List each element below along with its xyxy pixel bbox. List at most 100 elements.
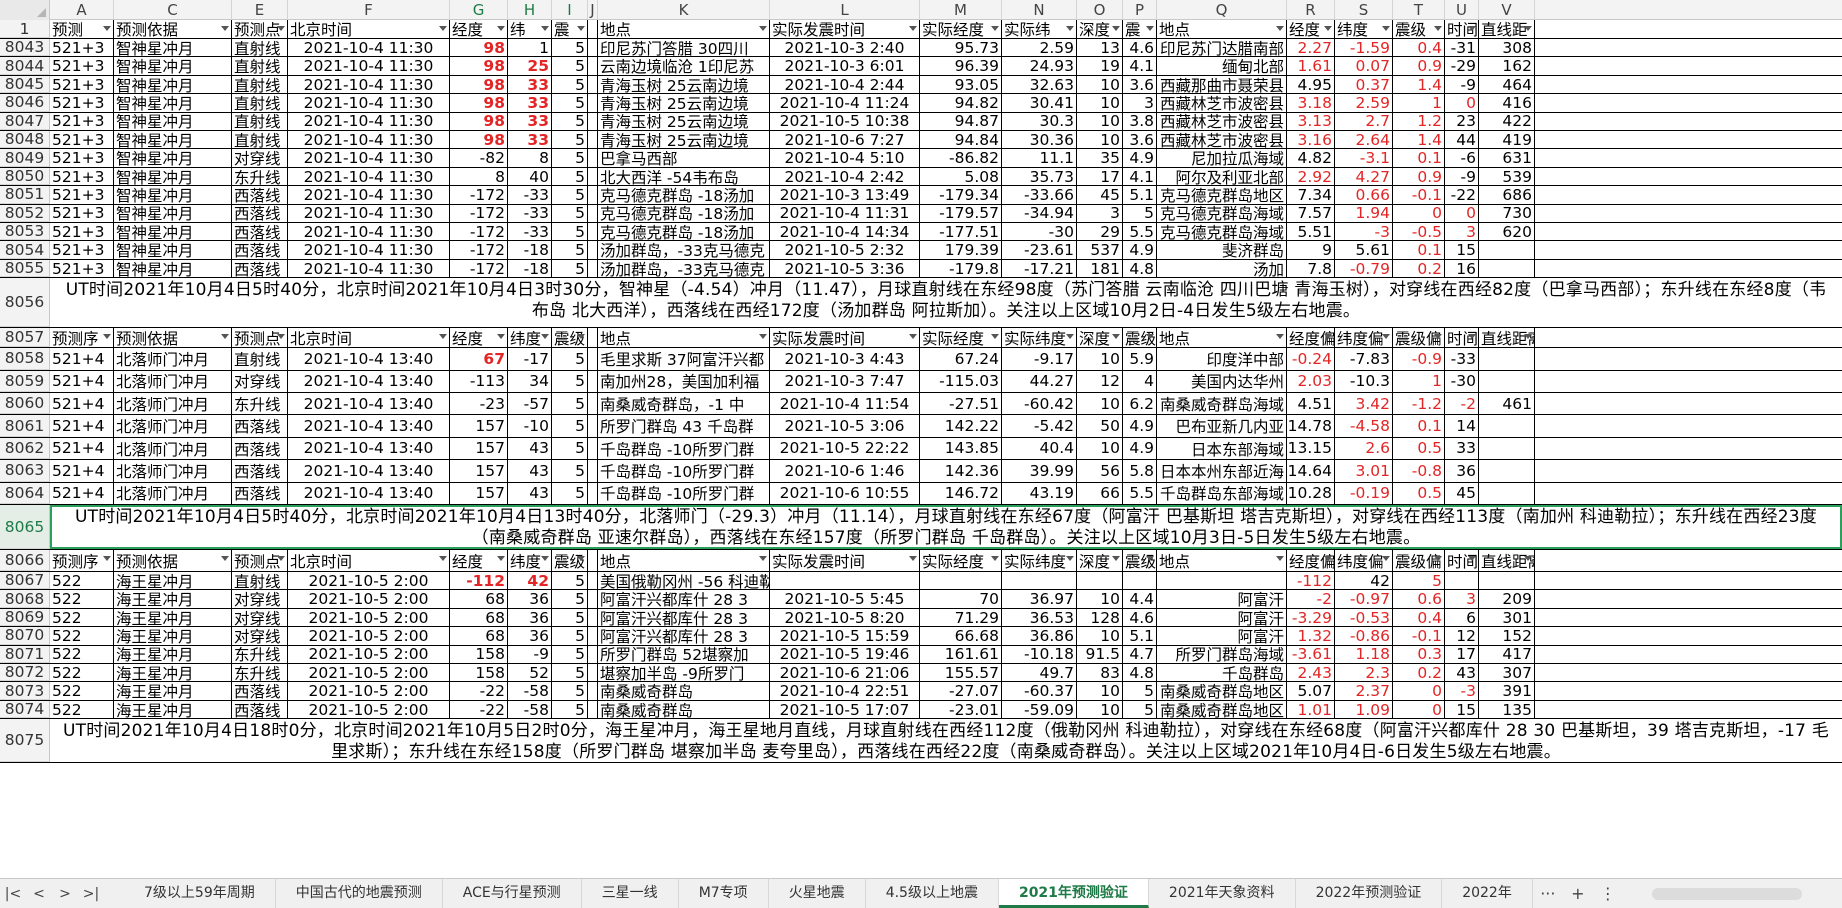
column-title[interactable]: 直线距离 (1479, 328, 1535, 348)
table-cell[interactable]: 对穿线 (232, 627, 288, 645)
table-cell[interactable]: 14.64 (1287, 460, 1335, 482)
table-cell[interactable]: 521+4 (50, 482, 114, 504)
table-cell[interactable]: 142.36 (920, 460, 1002, 482)
table-cell[interactable]: 15 (1445, 700, 1479, 719)
table-cell[interactable]: 522 (50, 645, 114, 663)
table-cell[interactable] (588, 700, 598, 719)
sheet-tab[interactable]: 2021年天象资料 (1149, 879, 1296, 908)
table-cell[interactable]: 5 (552, 682, 588, 700)
table-cell[interactable]: 0.4 (1393, 608, 1445, 627)
filter-dropdown-icon[interactable] (1066, 556, 1074, 561)
table-cell[interactable]: 522 (50, 572, 114, 590)
table-cell[interactable]: 5 (1123, 682, 1157, 700)
filter-dropdown-icon[interactable] (577, 334, 585, 340)
table-cell[interactable]: 11.1 (1002, 149, 1077, 167)
table-cell[interactable]: 4 (1123, 370, 1157, 392)
column-title[interactable]: 经度偏 (1287, 550, 1335, 571)
table-cell[interactable]: 1.94 (1335, 204, 1393, 222)
table-cell[interactable]: 2.6 (1335, 437, 1393, 460)
filter-dropdown-icon[interactable] (439, 26, 447, 31)
column-header-S[interactable]: S (1335, 0, 1393, 20)
add-sheet-button[interactable]: + (1563, 884, 1593, 903)
table-cell[interactable]: 北落师门冲月 (114, 370, 232, 392)
table-cell[interactable]: -82 (450, 149, 508, 167)
table-cell[interactable]: 西落线 (232, 482, 288, 504)
table-cell[interactable]: 0.6 (1393, 590, 1445, 608)
table-cell[interactable]: 2021-10-4 11:30 (288, 131, 450, 149)
table-cell[interactable]: 94.84 (920, 131, 1002, 149)
table-cell[interactable]: 0 (1393, 204, 1445, 222)
table-cell[interactable]: 10 (1077, 94, 1123, 112)
table-cell[interactable]: 19 (1077, 57, 1123, 75)
table-cell[interactable]: 5 (1123, 204, 1157, 222)
table-cell[interactable]: 45 (1445, 482, 1479, 504)
table-cell[interactable]: 12 (1077, 370, 1123, 392)
table-cell[interactable]: 2021-10-5 15:59 (770, 627, 920, 645)
table-cell[interactable]: 直射线 (232, 57, 288, 75)
table-cell[interactable]: 620 (1479, 223, 1535, 241)
table-cell[interactable]: 3.16 (1287, 131, 1335, 149)
table-cell[interactable]: 斐济群岛 (1157, 241, 1287, 259)
table-cell[interactable]: 克马德克群岛 -18汤加 (598, 223, 770, 241)
table-cell[interactable]: -10.3 (1335, 370, 1393, 392)
table-cell[interactable]: 千岛群岛 (1157, 664, 1287, 682)
row-number[interactable]: 8058 (0, 348, 50, 370)
column-title[interactable]: 震级偏 (1393, 550, 1445, 571)
table-cell[interactable]: 5.1 (1123, 186, 1157, 204)
table-cell[interactable]: 464 (1479, 75, 1535, 94)
table-cell[interactable]: 157 (450, 460, 508, 482)
table-cell[interactable]: 30.41 (1002, 94, 1077, 112)
table-cell[interactable]: 智神星冲月 (114, 259, 232, 278)
table-cell[interactable]: 181 (1077, 259, 1123, 278)
table-cell[interactable]: -172 (450, 259, 508, 278)
table-cell[interactable]: -33 (508, 186, 552, 204)
table-cell[interactable]: 2.59 (1002, 39, 1077, 57)
table-cell[interactable]: 北落师门冲月 (114, 437, 232, 460)
table-cell[interactable]: 2021-10-4 13:40 (288, 482, 450, 504)
table-cell[interactable]: 智神星冲月 (114, 39, 232, 57)
table-cell[interactable]: 2021-10-4 14:34 (770, 223, 920, 241)
table-cell[interactable]: -1.59 (1335, 39, 1393, 57)
table-cell[interactable]: 8 (450, 167, 508, 186)
table-cell[interactable]: 36 (1445, 460, 1479, 482)
column-title[interactable]: 实际经度 (920, 20, 1002, 38)
table-cell[interactable]: 66.68 (920, 627, 1002, 645)
table-cell[interactable]: -0.79 (1335, 259, 1393, 278)
column-title[interactable]: 地点 (1157, 550, 1287, 571)
table-cell[interactable]: 直射线 (232, 94, 288, 112)
table-cell[interactable]: 克马德克群岛海域 (1157, 223, 1287, 241)
table-cell[interactable]: 36 (508, 627, 552, 645)
table-cell[interactable] (588, 57, 598, 75)
table-cell[interactable]: 2021-10-4 11:30 (288, 94, 450, 112)
table-cell[interactable]: 西落线 (232, 241, 288, 259)
table-cell[interactable] (588, 370, 598, 392)
table-cell[interactable]: 522 (50, 627, 114, 645)
column-title[interactable]: 预测 (50, 20, 114, 38)
table-cell[interactable]: -10 (508, 415, 552, 437)
filter-dropdown-icon[interactable] (277, 556, 285, 561)
table-cell[interactable]: 4.6 (1123, 39, 1157, 57)
table-cell[interactable]: 西藏林芝市波密县 (1157, 94, 1287, 112)
table-cell[interactable]: 2.3 (1335, 664, 1393, 682)
next-sheet-button[interactable]: > (52, 886, 78, 902)
filter-dropdown-icon[interactable] (221, 334, 229, 340)
table-cell[interactable]: 2021-10-6 7:27 (770, 131, 920, 149)
filter-dropdown-icon[interactable] (1066, 334, 1074, 340)
table-cell[interactable]: 4.8 (1123, 664, 1157, 682)
table-cell[interactable]: -18 (508, 259, 552, 278)
sheet-tab[interactable]: 2021年预测验证 (998, 879, 1149, 908)
table-cell[interactable]: 0.4 (1393, 39, 1445, 57)
table-cell[interactable]: 3.42 (1335, 393, 1393, 415)
table-cell[interactable]: 巴拿马西部 (598, 149, 770, 167)
table-cell[interactable]: 4.9 (1123, 149, 1157, 167)
table-cell[interactable]: 对穿线 (232, 149, 288, 167)
table-cell[interactable]: 49.7 (1002, 664, 1077, 682)
table-cell[interactable]: 千岛群岛东部海域 (1157, 482, 1287, 504)
table-cell[interactable]: 40 (508, 167, 552, 186)
column-title[interactable]: 预测点 (232, 20, 288, 38)
filter-dropdown-icon[interactable] (103, 334, 111, 340)
table-cell[interactable] (588, 149, 598, 167)
column-title[interactable]: 震 (552, 20, 588, 38)
table-cell[interactable]: 海王星冲月 (114, 682, 232, 700)
table-cell[interactable]: 0.2 (1393, 259, 1445, 278)
